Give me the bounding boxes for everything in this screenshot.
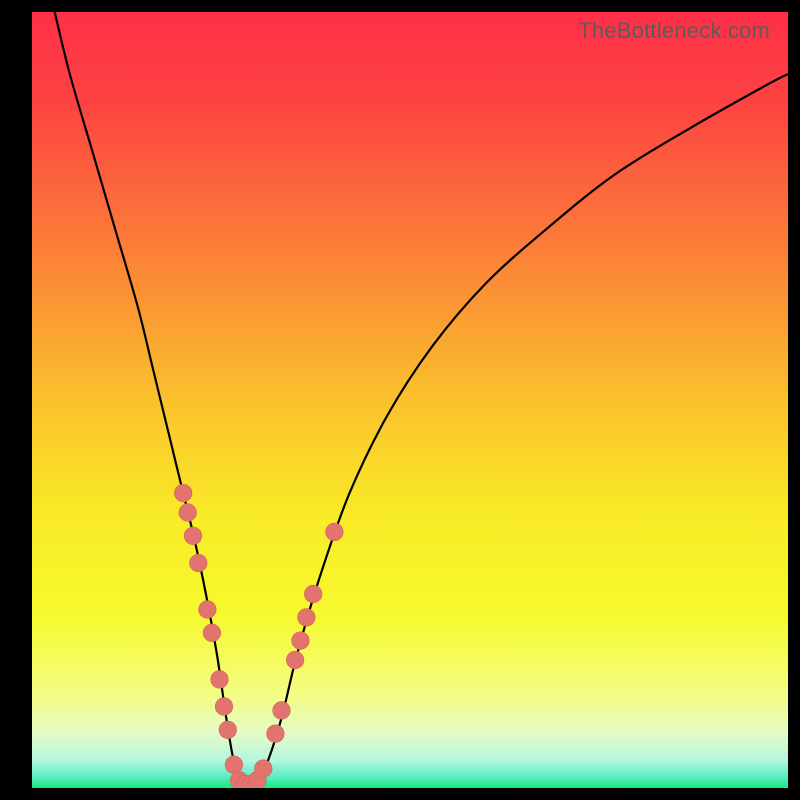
chart-frame: TheBottleneck.com bbox=[0, 0, 800, 800]
data-point bbox=[273, 702, 291, 720]
data-markers bbox=[174, 484, 343, 788]
bottleneck-curve bbox=[55, 12, 788, 787]
data-point bbox=[326, 523, 344, 541]
data-point bbox=[225, 756, 243, 774]
data-point bbox=[184, 527, 202, 545]
data-point bbox=[211, 671, 229, 689]
data-point bbox=[179, 504, 197, 522]
data-point bbox=[292, 632, 310, 650]
curve-layer bbox=[32, 12, 788, 788]
data-point bbox=[174, 484, 192, 502]
data-point bbox=[286, 651, 304, 669]
data-point bbox=[255, 760, 273, 778]
data-point bbox=[199, 601, 217, 619]
data-point bbox=[190, 554, 208, 572]
data-point bbox=[304, 585, 322, 603]
data-point bbox=[215, 698, 233, 716]
data-point bbox=[267, 725, 285, 743]
watermark-text: TheBottleneck.com bbox=[578, 18, 770, 44]
data-point bbox=[298, 609, 316, 627]
data-point bbox=[203, 624, 221, 642]
plot-area: TheBottleneck.com bbox=[32, 12, 788, 788]
data-point bbox=[219, 721, 237, 739]
